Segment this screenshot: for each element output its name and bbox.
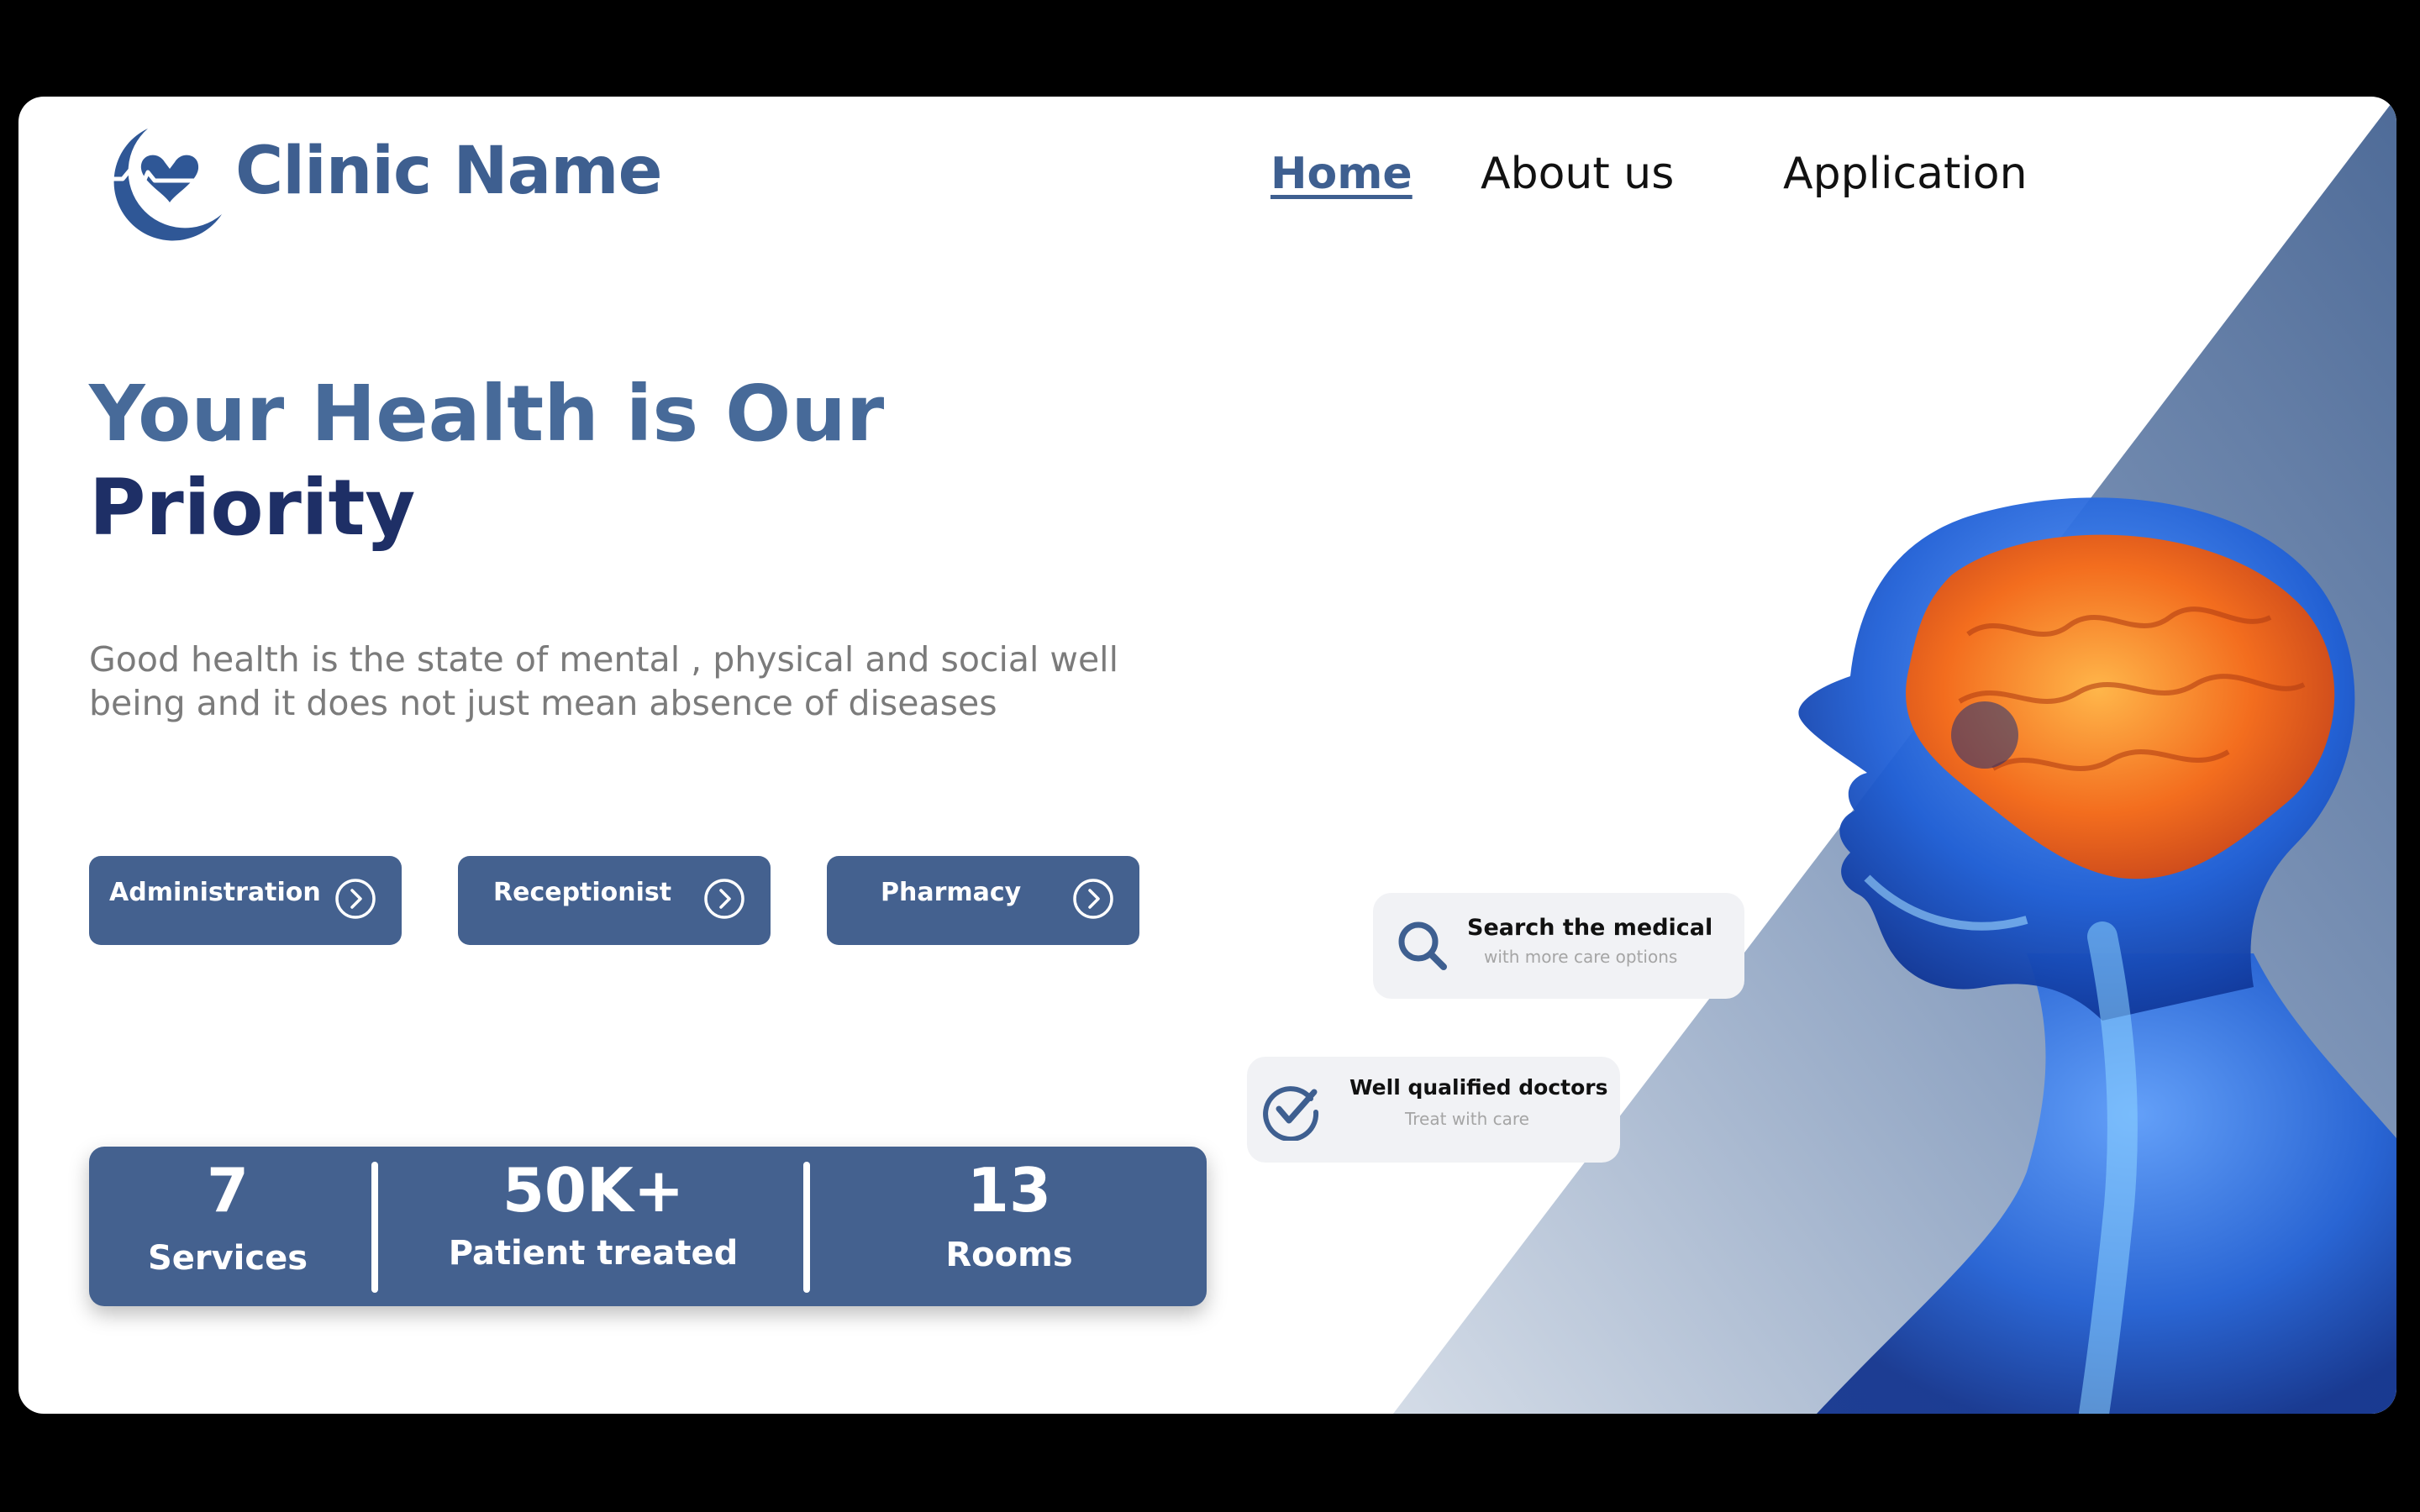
stat-patients: 50K+ Patient treated xyxy=(383,1147,803,1306)
landing-page-card: Clinic Name Home About us Application Yo… xyxy=(18,97,2396,1414)
chevron-right-circle-icon xyxy=(1073,879,1113,919)
stat-value: 7 xyxy=(206,1155,250,1226)
nav-application[interactable]: Application xyxy=(1783,149,2028,199)
moon-heartbeat-logo-icon[interactable] xyxy=(89,122,232,248)
stat-divider xyxy=(371,1162,378,1293)
stat-value: 13 xyxy=(966,1155,1052,1226)
nav-home[interactable]: Home xyxy=(1270,149,1413,199)
brain-xray-illustration xyxy=(1798,497,2396,1414)
pharmacy-button[interactable]: Pharmacy xyxy=(827,856,1139,945)
chevron-right-circle-icon xyxy=(335,879,376,919)
receptionist-button[interactable]: Receptionist xyxy=(458,856,771,945)
stat-caption: Services xyxy=(147,1239,308,1278)
pharmacy-button-label: Pharmacy xyxy=(881,878,1022,907)
hero-title-line-2: Priority xyxy=(89,463,416,553)
stat-value: 50K+ xyxy=(502,1155,685,1226)
qualified-doctors-title: Well qualified doctors xyxy=(1349,1075,1608,1100)
hero-title-line-1: Your Health is Our xyxy=(89,369,885,459)
stat-divider xyxy=(803,1162,810,1293)
administration-button[interactable]: Administration xyxy=(89,856,402,945)
stat-caption: Patient treated xyxy=(448,1234,739,1273)
administration-button-label: Administration xyxy=(109,878,321,907)
stat-services: 7 Services xyxy=(89,1147,366,1306)
receptionist-button-label: Receptionist xyxy=(493,878,672,907)
stat-caption: Rooms xyxy=(945,1236,1073,1274)
stat-rooms: 13 Rooms xyxy=(812,1147,1207,1306)
nav-about-us[interactable]: About us xyxy=(1481,149,1674,199)
search-medical-subtitle: with more care options xyxy=(1484,947,1678,967)
search-medical-title: Search the medical xyxy=(1467,915,1713,941)
search-medical-card[interactable]: Search the medical with more care option… xyxy=(1373,893,1744,999)
hero-description: Good health is the state of mental , phy… xyxy=(89,639,1118,723)
qualified-doctors-subtitle: Treat with care xyxy=(1405,1109,1529,1129)
search-icon xyxy=(1398,921,1447,970)
qualified-doctors-card[interactable]: Well qualified doctors Treat with care xyxy=(1247,1057,1620,1163)
check-circle-icon xyxy=(1263,1086,1319,1141)
chevron-right-circle-icon xyxy=(704,879,744,919)
stats-panel: 7 Services 50K+ Patient treated 13 Rooms xyxy=(89,1147,1207,1306)
clinic-name[interactable]: Clinic Name xyxy=(235,134,662,209)
